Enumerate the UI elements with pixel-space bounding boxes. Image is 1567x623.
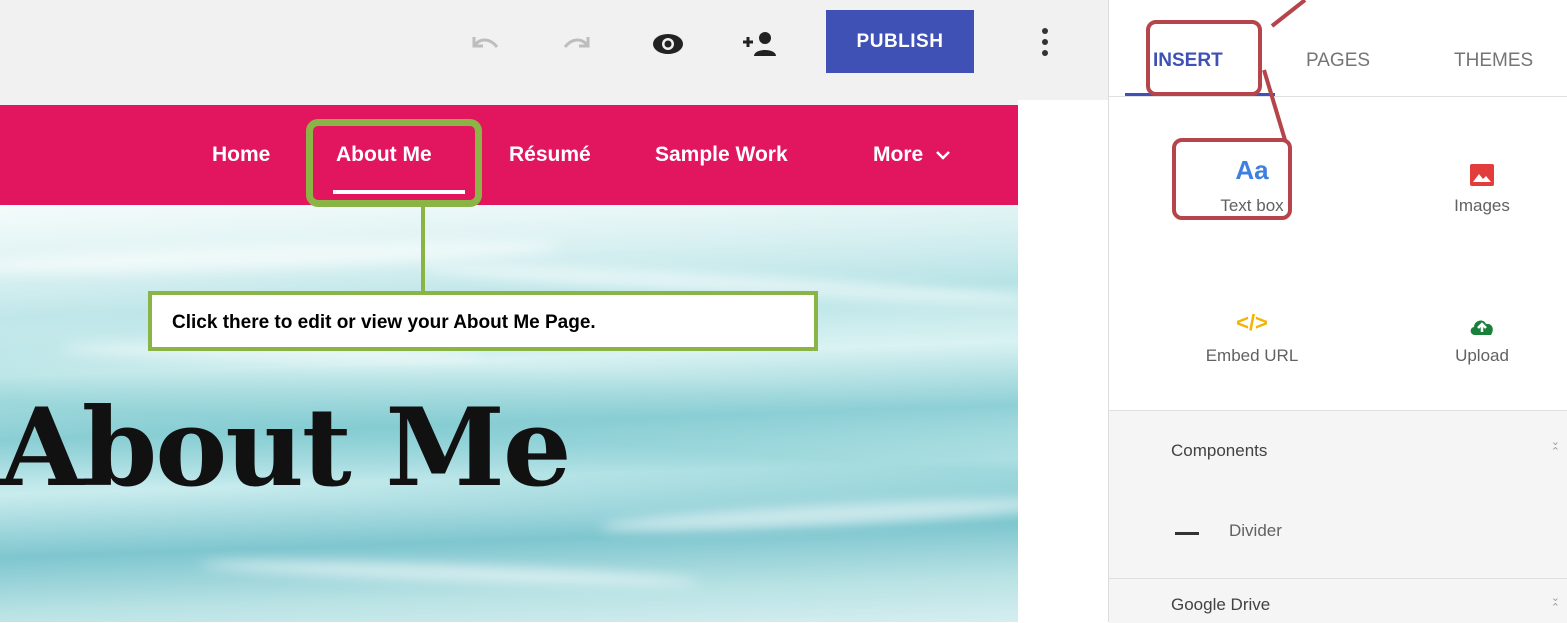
expand-collapse-icon[interactable]: ⌄ ⌃ [1551,593,1560,614]
image-icon [1470,164,1494,186]
google-drive-title[interactable]: Google Drive [1171,595,1270,615]
nav-item-sample-work[interactable]: Sample Work [655,143,788,167]
components-title[interactable]: Components [1171,441,1267,461]
divider-icon [1175,532,1199,535]
callout-box: Click there to edit or view your About M… [148,291,818,351]
insert-images[interactable]: Images [1407,140,1557,230]
cloud-upload-icon [1470,320,1493,335]
insert-upload[interactable]: Upload [1407,290,1557,380]
more-vert-icon[interactable] [1030,22,1060,62]
chevron-down-icon [936,151,950,160]
google-drive-section: Google Drive ⌄ ⌃ [1109,578,1567,623]
insert-embed-url[interactable]: </> Embed URL [1177,290,1327,380]
nav-item-more[interactable]: More [873,143,951,167]
undo-icon[interactable] [465,24,505,64]
insert-upload-label: Upload [1455,346,1509,365]
hero-banner: About Me [0,205,1018,622]
add-person-icon[interactable] [740,24,780,64]
expand-collapse-icon[interactable]: ⌄ ⌃ [1551,437,1560,458]
insert-embed-url-label: Embed URL [1205,346,1299,365]
nav-item-resume[interactable]: Résumé [509,143,591,167]
publish-button[interactable]: PUBLISH [826,10,974,73]
nav-item-more-label: More [873,143,924,166]
components-section: Components ⌄ ⌃ Divider [1109,410,1567,579]
eye-icon[interactable] [648,24,688,64]
editor-toolbar: PUBLISH [0,0,1108,100]
hero-title[interactable]: About Me [0,385,572,511]
about-me-highlight [306,119,482,207]
nav-item-home[interactable]: Home [212,143,270,167]
site-navigation: Home About Me Résumé Sample Work More [0,105,1018,205]
callout-connector [421,207,425,293]
insert-tab-highlight [1146,20,1262,96]
text-box-highlight [1172,138,1292,220]
code-icon: </> [1236,310,1268,335]
redo-icon[interactable] [557,24,597,64]
divider-label: Divider [1229,521,1282,540]
tab-themes[interactable]: THEMES [1454,50,1533,72]
tab-pages[interactable]: PAGES [1306,50,1370,72]
tabs-divider [1109,96,1567,97]
divider-item[interactable]: Divider [1171,521,1371,545]
insert-images-label: Images [1454,196,1510,215]
